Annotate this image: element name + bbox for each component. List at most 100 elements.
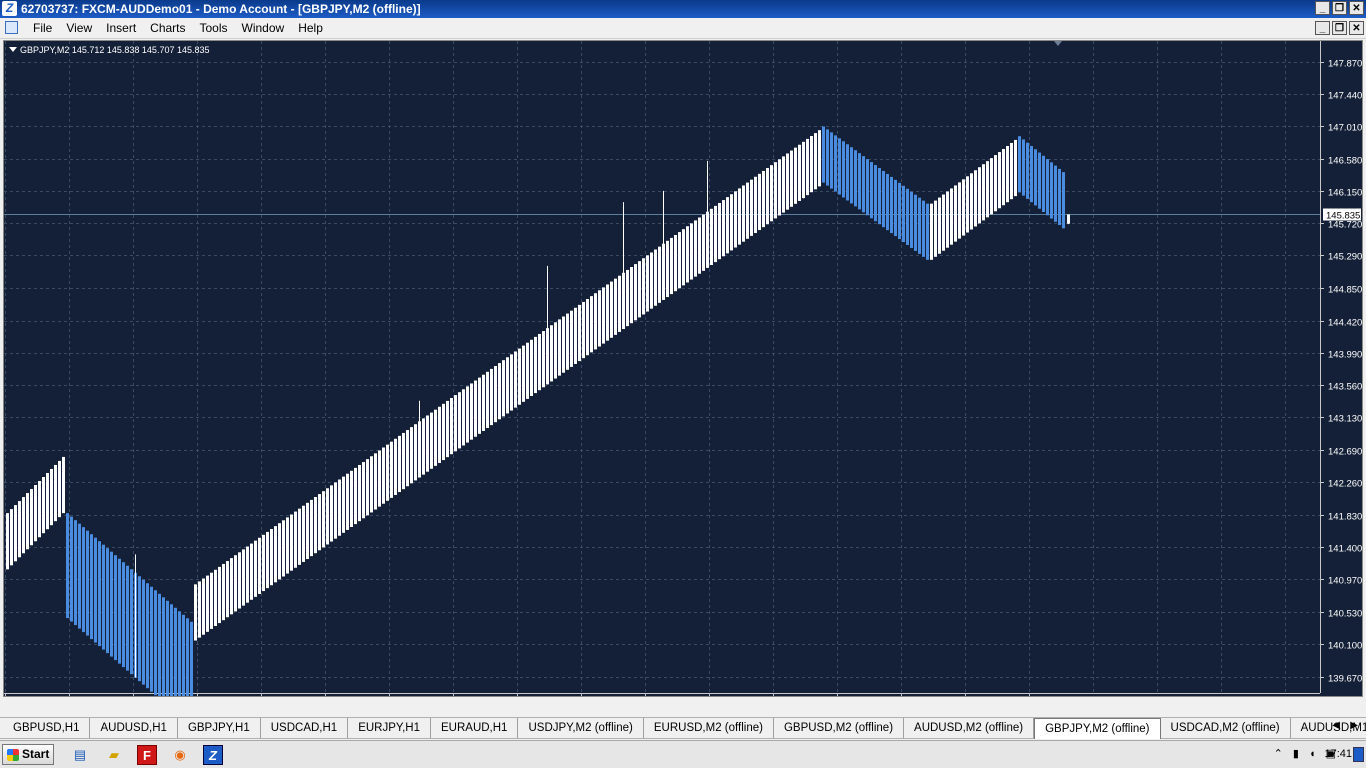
candle-bar xyxy=(266,531,269,589)
candle-bar xyxy=(246,546,249,603)
show-desktop-button[interactable] xyxy=(1353,747,1364,762)
candle-bar xyxy=(690,223,693,280)
tab-audusd-h1[interactable]: AUDUSD,H1 xyxy=(90,718,178,738)
candle-bar xyxy=(518,348,521,405)
candle-bar xyxy=(878,167,881,225)
candle-bar xyxy=(1042,155,1045,213)
candle-bar xyxy=(166,600,169,696)
menu-insert[interactable]: Insert xyxy=(99,21,143,35)
tab-usdjpy-m2-offline[interactable]: USDJPY,M2 (offline) xyxy=(518,718,644,738)
start-button[interactable]: Start xyxy=(2,744,54,765)
candle-bar xyxy=(534,336,537,394)
child-restore-button[interactable]: ❐ xyxy=(1332,21,1347,35)
tab-scroll-right-icon[interactable]: ▶ xyxy=(1350,720,1358,731)
candle-bar xyxy=(946,191,949,248)
candle-bar xyxy=(34,485,37,542)
candle-bar xyxy=(310,499,313,557)
candle-bar xyxy=(602,287,605,344)
price-tick-label: 144.850 xyxy=(1328,285,1362,296)
child-minimize-button[interactable]: _ xyxy=(1315,21,1330,35)
chart-window[interactable]: 147.870 147.440 147.010 146.580 146.150 145.7… xyxy=(3,40,1363,697)
app-f-icon[interactable]: F xyxy=(137,745,157,765)
candle-bar xyxy=(446,400,449,458)
candle-bar xyxy=(1026,142,1029,199)
candle-bar xyxy=(42,477,45,534)
menu-tools[interactable]: Tools xyxy=(193,21,235,35)
candle-bar xyxy=(678,232,681,289)
tab-scroll-left-icon[interactable]: ◀ xyxy=(1332,720,1340,731)
candle-bar xyxy=(922,200,925,257)
candle-bar xyxy=(202,578,205,635)
price-tick-label: 141.830 xyxy=(1328,512,1362,523)
clock[interactable]: 17:41 xyxy=(1324,748,1352,760)
candle-bar xyxy=(894,179,897,237)
title-bar[interactable]: Z 62703737: FXCM-AUDDemo01 - Demo Accoun… xyxy=(0,0,1366,18)
document-icon[interactable]: ▤ xyxy=(70,745,90,765)
current-price-label: 145.835 xyxy=(1326,211,1360,222)
candle-bar xyxy=(578,304,581,362)
candle-bar xyxy=(62,456,65,514)
tab-eurusd-m2-offline[interactable]: EURUSD,M2 (offline) xyxy=(644,718,774,738)
candle-bar xyxy=(986,161,989,218)
candle-bar xyxy=(38,481,41,538)
candle-bar xyxy=(122,562,125,668)
tab-eurjpy-h1[interactable]: EURJPY,H1 xyxy=(348,718,431,738)
candle-bar xyxy=(326,488,329,545)
tab-euraud-h1[interactable]: EURAUD,H1 xyxy=(431,718,519,738)
tab-usdcad-m2-offline[interactable]: USDCAD,M2 (offline) xyxy=(1161,718,1291,738)
candle-bar xyxy=(82,527,85,633)
tab-usdcad-h1[interactable]: USDCAD,H1 xyxy=(261,718,349,738)
candle-bar xyxy=(810,136,813,193)
triangle-down-icon[interactable] xyxy=(9,47,17,52)
candle-bar xyxy=(966,176,969,233)
candle-bar xyxy=(702,214,705,271)
firefox-icon[interactable]: ◉ xyxy=(170,745,190,765)
chart-window-icon[interactable] xyxy=(5,21,18,34)
symbol-info: GBPJPY,M2 145.712 145.838 145.707 145.83… xyxy=(20,45,210,55)
price-tick-label: 146.150 xyxy=(1328,188,1362,199)
candle-bar xyxy=(858,153,861,210)
candle-bar xyxy=(786,153,789,210)
tab-gbpjpy-h1[interactable]: GBPJPY,H1 xyxy=(178,718,261,738)
candle-bar xyxy=(294,511,297,568)
candle-bar xyxy=(818,130,821,187)
child-close-button[interactable]: ✕ xyxy=(1349,21,1364,35)
menu-view[interactable]: View xyxy=(59,21,99,35)
price-chart[interactable]: 147.870147.440147.010146.580146.150145.7… xyxy=(4,41,1362,696)
menu-help[interactable]: Help xyxy=(291,21,330,35)
candle-bar xyxy=(1034,149,1037,206)
candle-bar xyxy=(910,191,913,248)
menu-charts[interactable]: Charts xyxy=(143,21,192,35)
candle-bar xyxy=(666,240,669,298)
tab-gbpusd-h1[interactable]: GBPUSD,H1 xyxy=(3,718,91,738)
candle-bar xyxy=(830,132,833,189)
candle-bar xyxy=(70,516,73,622)
candle-bar xyxy=(758,173,761,231)
trading-platform-icon[interactable]: Z xyxy=(203,745,223,765)
restore-button[interactable]: ❐ xyxy=(1332,1,1347,15)
minimize-button[interactable]: _ xyxy=(1315,1,1330,15)
candle-bar xyxy=(1014,139,1017,197)
signal-icon[interactable]: ▮ xyxy=(1293,747,1299,760)
candle-bar xyxy=(958,182,961,239)
candle-bar xyxy=(46,472,49,530)
candle-bar xyxy=(510,354,513,411)
candle-bar xyxy=(582,301,585,359)
tab-gbpjpy-m2-offline[interactable]: GBPJPY,M2 (offline) xyxy=(1034,718,1161,739)
candle-bar xyxy=(822,126,825,183)
folder-icon[interactable]: ▰ xyxy=(104,745,124,765)
menu-window[interactable]: Window xyxy=(235,21,292,35)
candle-bar xyxy=(806,138,809,196)
tab-gbpusd-m2-offline[interactable]: GBPUSD,M2 (offline) xyxy=(774,718,905,738)
menu-file[interactable]: File xyxy=(26,21,59,35)
candle-bar xyxy=(762,170,765,228)
close-button[interactable]: ✕ xyxy=(1349,1,1364,15)
tab-audusd-m2-offline[interactable]: AUDUSD,M2 (offline) xyxy=(904,718,1035,738)
candle-bar xyxy=(1050,162,1053,219)
candle-bar xyxy=(1058,168,1061,226)
candle-bar xyxy=(610,281,613,338)
price-tick-label: 141.400 xyxy=(1328,544,1362,555)
chevron-up-icon[interactable]: ⌃ xyxy=(1274,747,1283,760)
speaker-icon[interactable]: ◖ xyxy=(1309,748,1316,760)
candle-bar xyxy=(126,565,129,671)
